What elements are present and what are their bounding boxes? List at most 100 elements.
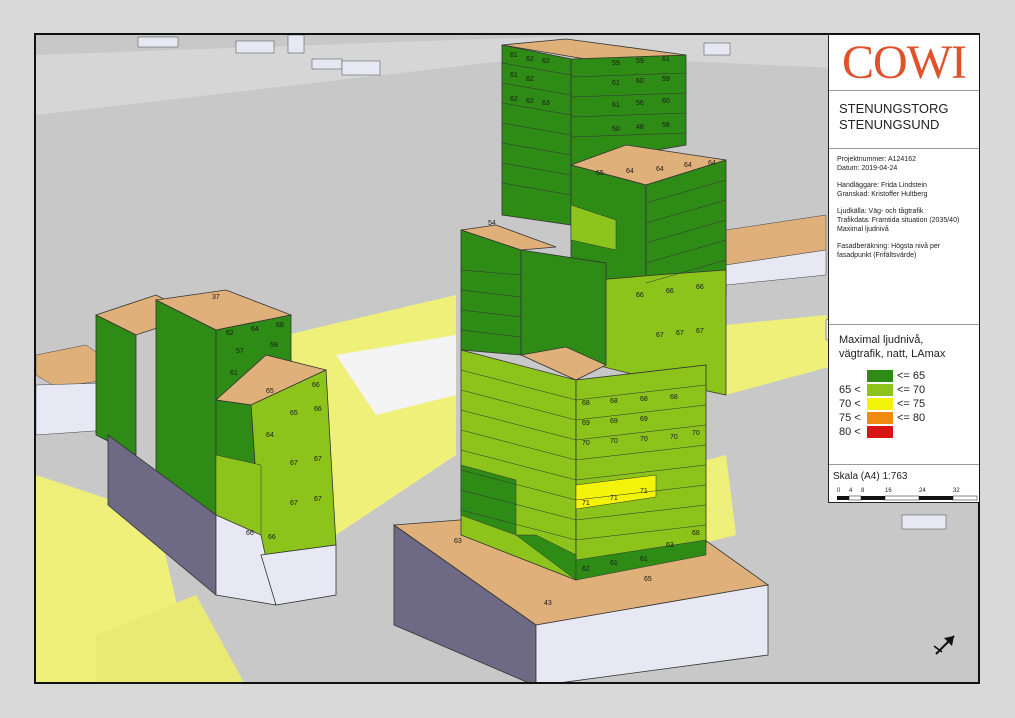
info-fasad-1: Fasadberäkning: Högsta nivå per <box>837 243 941 250</box>
legend-upper: <= 80 <box>897 412 926 424</box>
left-label: 67 <box>290 500 298 507</box>
left-label: 66 <box>268 534 276 541</box>
tower-label: 66 <box>696 284 704 291</box>
legend-row: 65 < <= 70 <box>839 383 979 397</box>
left-label: 67 <box>314 456 322 463</box>
left-label: 66 <box>314 406 322 413</box>
left-label: 66 <box>246 530 254 537</box>
title-line-2: STENUNGSUND <box>839 117 940 132</box>
tower-label: 69 <box>610 418 618 425</box>
legend-swatch <box>867 426 893 438</box>
legend-row: 75 < <= 80 <box>839 411 979 425</box>
legend-row: 70 < <= 75 <box>839 397 979 411</box>
north-arrow-icon <box>930 630 960 666</box>
legend: Maximal ljudnivå, vägtrafik, natt, LAmax… <box>829 325 979 465</box>
scale-graphic: 0 4 8 16 24 32 <box>837 488 978 501</box>
legend-panel: COWI STENUNGSTORG STENUNGSUND Projektnum… <box>828 35 979 503</box>
tower-label: 61 <box>640 556 648 563</box>
left-label: 64 <box>266 432 274 439</box>
scale-tick: 8 <box>861 488 865 494</box>
info-fasad-2: fasadpunkt (Frifältsvärde) <box>837 252 917 259</box>
tower-label: 64 <box>708 160 716 167</box>
scale-tick: 32 <box>953 488 960 494</box>
left-label: 61 <box>230 370 238 377</box>
legend-title-1: Maximal ljudnivå, <box>839 334 924 346</box>
tower-label: 69 <box>640 416 648 423</box>
tower-label: 58 <box>662 122 670 129</box>
project-info: Projektnummer: A124162 Datum: 2019-04-24… <box>829 149 979 325</box>
tower-label: 71 <box>582 500 590 507</box>
tower-label: 63 <box>542 100 550 107</box>
info-granskad: Granskad: Kristoffer Hultberg <box>837 191 928 198</box>
tower-label: 68 <box>692 530 700 537</box>
legend-lower: 70 < <box>839 398 861 410</box>
tower-label: 68 <box>582 400 590 407</box>
left-label: 66 <box>312 382 320 389</box>
ground-label: 63 <box>454 538 462 545</box>
scale-tick: 4 <box>849 488 853 494</box>
legend-row: 80 < <box>839 425 979 439</box>
tower-label: 61 <box>510 72 518 79</box>
tower-label: 48 <box>636 124 644 131</box>
left-label: 57 <box>236 348 244 355</box>
tower-label: 62 <box>526 56 534 63</box>
tower-label: 56 <box>636 100 644 107</box>
title-line-1: STENUNGSTORG <box>839 101 949 116</box>
legend-upper: <= 70 <box>897 384 926 396</box>
tower-label: 69 <box>582 420 590 427</box>
ground-label: 37 <box>212 294 220 301</box>
legend-row: <= 65 <box>839 369 979 383</box>
tower-label: 70 <box>640 436 648 443</box>
legend-lower: 80 < <box>839 426 861 438</box>
tower-label: 70 <box>670 434 678 441</box>
left-label: 59 <box>270 342 278 349</box>
tower-label: 70 <box>582 440 590 447</box>
left-label: 67 <box>290 460 298 467</box>
tower-label: 61 <box>662 56 670 63</box>
tower-label: 68 <box>670 394 678 401</box>
tower-label: 62 <box>582 566 590 573</box>
tower-label: 61 <box>510 52 518 59</box>
legend-swatch <box>867 384 893 396</box>
legend-title-2: vägtrafik, natt, LAmax <box>839 348 946 360</box>
legend-swatch <box>867 412 893 424</box>
legend-title: Maximal ljudnivå, vägtrafik, natt, LAmax <box>839 333 979 361</box>
info-trafikdata: Trafikdata: Framtida situation (2035/40) <box>837 217 960 224</box>
info-datum: Datum: 2019-04-24 <box>837 165 898 172</box>
tower-label: 70 <box>692 430 700 437</box>
tower-label: 68 <box>640 396 648 403</box>
legend-upper: <= 65 <box>897 370 926 382</box>
tower-label: 67 <box>676 330 684 337</box>
tower-label: 67 <box>696 328 704 335</box>
tower-label: 59 <box>662 76 670 83</box>
tower-label: 50 <box>612 126 620 133</box>
tower-label: 60 <box>636 78 644 85</box>
legend-swatch <box>867 370 893 382</box>
scale-bar: Skala (A4) 1:763 0 4 8 16 24 32 <box>829 465 979 509</box>
tower-label: 59 <box>612 60 620 67</box>
tower-label: 66 <box>636 292 644 299</box>
scale-tick: 24 <box>919 488 926 494</box>
left-label: 62 <box>226 330 234 337</box>
tower-label: 61 <box>610 560 618 567</box>
tower-label: 66 <box>666 288 674 295</box>
info-projektnummer: Projektnummer: A124162 <box>837 156 916 163</box>
tower-label: 62 <box>526 98 534 105</box>
legend-upper: <= 75 <box>897 398 926 410</box>
tower-label: 62 <box>510 96 518 103</box>
tower-label: 65 <box>596 170 604 177</box>
tower-label: 63 <box>666 542 674 549</box>
scale-label: Skala (A4) 1:763 <box>833 471 908 482</box>
scale-tick: 16 <box>885 488 892 494</box>
scale-tick: 0 <box>837 488 841 494</box>
tower-label: 67 <box>656 332 664 339</box>
tower-label: 62 <box>542 58 550 65</box>
tower-label: 71 <box>640 488 648 495</box>
tower-label: 64 <box>626 168 634 175</box>
project-title: STENUNGSTORG STENUNGSUND <box>829 91 979 149</box>
tower-label: 71 <box>610 495 618 502</box>
left-label: 65 <box>290 410 298 417</box>
legend-lower: 65 < <box>839 384 861 396</box>
legend-lower: 75 < <box>839 412 861 424</box>
tower-label: 64 <box>656 166 664 173</box>
